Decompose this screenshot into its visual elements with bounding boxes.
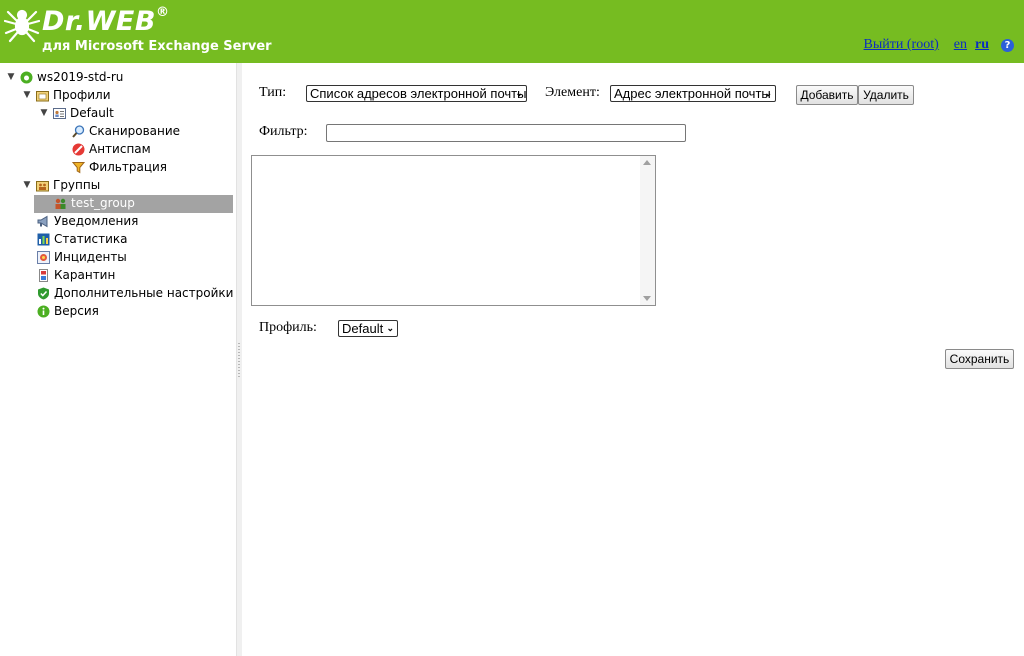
type-select-value: Список адресов электронной почты xyxy=(310,86,527,101)
tree-item-quarantine[interactable]: Карантин xyxy=(37,266,115,284)
logout-link[interactable]: Выйти (root) xyxy=(864,37,939,53)
profile-card-icon xyxy=(53,107,66,120)
statistics-chart-icon xyxy=(37,233,50,246)
tree-item-label: Default xyxy=(70,106,114,120)
tree-item-label: Дополнительные настройки xyxy=(54,286,234,300)
language-ru-link[interactable]: ru xyxy=(975,37,989,53)
tree-item-label: Версия xyxy=(54,304,99,318)
profile-select-value: Default xyxy=(342,321,384,336)
shield-check-icon xyxy=(37,287,50,300)
tree-item-profiles[interactable]: ▼ Профили xyxy=(22,86,111,104)
chevron-down-icon: ⌄ xyxy=(515,88,523,98)
list-scrollbar[interactable] xyxy=(640,156,655,305)
save-button[interactable]: Сохранить xyxy=(945,349,1014,369)
folder-icon xyxy=(36,89,49,102)
tree-item-groups[interactable]: ▼ Группы xyxy=(22,176,101,194)
tree-item-label: Сканирование xyxy=(89,124,181,138)
add-button[interactable]: Добавить xyxy=(796,85,858,105)
tree-item-statistics[interactable]: Статистика xyxy=(37,230,128,248)
tree-item-label: Группы xyxy=(53,178,101,192)
app-header: Dr.WEB® для Microsoft Exchange Server Вы… xyxy=(0,0,1024,63)
element-select-value: Адрес электронной почты xyxy=(614,86,771,101)
chevron-down-icon: ⌄ xyxy=(764,88,772,98)
profile-select[interactable]: Default ⌄ xyxy=(338,320,398,337)
delete-button[interactable]: Удалить xyxy=(858,85,914,105)
logo-subtitle: для Microsoft Exchange Server xyxy=(42,39,272,54)
tree-item-incidents[interactable]: Инциденты xyxy=(37,248,127,266)
type-label: Тип: xyxy=(259,85,287,100)
top-navigation: Выйти (root) en ru ? xyxy=(864,37,1014,53)
groups-folder-icon xyxy=(36,179,49,192)
expand-toggle-icon[interactable]: ▼ xyxy=(6,72,16,82)
tree-item-filtering[interactable]: Фильтрация xyxy=(71,158,168,176)
tree-item-label: Статистика xyxy=(54,232,128,246)
server-spider-icon xyxy=(20,71,33,84)
tree-item-label: Карантин xyxy=(54,268,116,282)
tree-item-version[interactable]: Версия xyxy=(37,302,99,320)
element-select[interactable]: Адрес электронной почты ⌄ xyxy=(610,85,776,102)
main-panel: Тип: Список адресов электронной почты ⌄ … xyxy=(242,63,1024,656)
tree-item-label: Фильтрация xyxy=(89,160,168,174)
expand-toggle-icon[interactable]: ▼ xyxy=(22,180,32,190)
tree-item-antispam[interactable]: Антиспам xyxy=(72,140,151,158)
filter-label: Фильтр: xyxy=(259,124,308,139)
expand-toggle-icon[interactable]: ▼ xyxy=(39,108,49,118)
help-icon[interactable]: ? xyxy=(1001,38,1014,52)
tree-item-default-profile[interactable]: ▼ Default xyxy=(39,104,114,122)
info-icon xyxy=(37,305,50,318)
expand-toggle-icon[interactable]: ▼ xyxy=(22,90,32,100)
tree-item-advanced-settings[interactable]: Дополнительные настройки xyxy=(37,284,233,302)
drweb-logo: Dr.WEB® для Microsoft Exchange Server xyxy=(4,5,272,58)
tree-item-label: test_group xyxy=(71,196,135,210)
chevron-down-icon: ⌄ xyxy=(386,323,394,333)
tree-item-server[interactable]: ▼ ws2019-std-ru xyxy=(6,68,124,86)
splitter-grip-icon[interactable] xyxy=(238,343,240,379)
spider-logo-icon xyxy=(4,9,40,43)
incidents-icon xyxy=(37,250,50,264)
tree-item-label: ws2019-std-ru xyxy=(37,70,124,84)
group-users-icon xyxy=(54,197,67,210)
funnel-icon xyxy=(71,161,86,174)
tree-item-label: Уведомления xyxy=(54,214,139,228)
scroll-down-arrow-icon[interactable] xyxy=(643,296,651,301)
tree-item-label: Антиспам xyxy=(89,142,151,156)
language-en-link[interactable]: en xyxy=(954,37,967,53)
element-label: Элемент: xyxy=(545,85,600,100)
antispam-stop-icon xyxy=(72,143,85,156)
type-select[interactable]: Список адресов электронной почты ⌄ xyxy=(306,85,527,102)
megaphone-icon xyxy=(37,215,50,228)
logo-brand-text: Dr.WEB® xyxy=(42,5,170,37)
filter-input[interactable] xyxy=(326,124,686,142)
tree-item-label: Инциденты xyxy=(54,250,127,264)
tree-item-label: Профили xyxy=(53,88,111,102)
magnifier-icon xyxy=(72,124,85,138)
quarantine-icon xyxy=(37,268,50,282)
tree-item-test-group[interactable]: test_group xyxy=(54,194,135,212)
tree-item-scanning[interactable]: Сканирование xyxy=(72,122,180,140)
profile-label: Профиль: xyxy=(259,320,317,335)
address-list-textarea[interactable] xyxy=(251,155,656,306)
scroll-up-arrow-icon[interactable] xyxy=(643,160,651,165)
tree-item-notifications[interactable]: Уведомления xyxy=(37,212,138,230)
navigation-tree: ▼ ws2019-std-ru ▼ Профили ▼ Default Скан… xyxy=(0,63,236,656)
